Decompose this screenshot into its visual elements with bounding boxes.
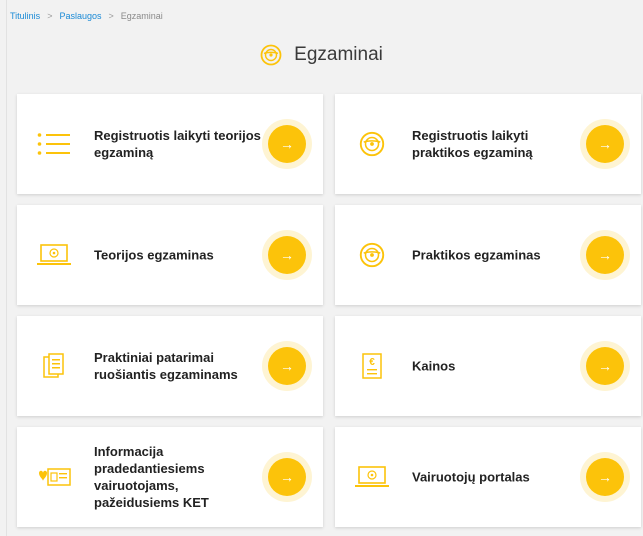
breadcrumb-separator: > [108, 11, 114, 21]
svg-text:€: € [369, 357, 375, 368]
arrow-right-icon[interactable]: → [586, 236, 624, 274]
page-title: Egzaminai [294, 44, 383, 65]
arrow-right-icon[interactable]: → [586, 347, 624, 385]
arrow-right-icon[interactable]: → [586, 458, 624, 496]
license-card-icon [36, 462, 72, 492]
card-drivers-portal[interactable]: Vairuotojų portalas → [335, 427, 641, 527]
breadcrumb-current: Egzaminai [120, 11, 163, 21]
steering-wheel-icon [260, 44, 282, 66]
steering-wheel-icon [354, 240, 390, 270]
card-beginner-drivers-info[interactable]: Informacija pradedantiesiems vairuotojam… [17, 427, 323, 527]
card-register-practical-exam[interactable]: Registruotis laikyti praktikos egzaminą … [335, 94, 641, 194]
card-label: Informacija pradedantiesiems vairuotojam… [94, 444, 209, 510]
card-practical-exam[interactable]: Praktikos egzaminas → [335, 205, 641, 305]
card-label: Registruotis laikyti praktikos egzaminą [412, 128, 533, 160]
breadcrumb-home-link[interactable]: Titulinis [10, 11, 40, 21]
card-label: Vairuotojų portalas [412, 469, 530, 485]
arrow-right-icon[interactable]: → [586, 125, 624, 163]
document-icon [36, 351, 72, 381]
card-theory-exam[interactable]: Teorijos egzaminas → [17, 205, 323, 305]
laptop-icon [354, 462, 390, 492]
card-label: Kainos [412, 358, 456, 374]
euro-document-icon: € [354, 351, 390, 381]
card-label: Registruotis laikyti teorijos egzaminą [94, 128, 261, 160]
card-prices[interactable]: € Kainos → [335, 316, 641, 416]
list-icon [36, 129, 72, 159]
card-label: Teorijos egzaminas [94, 247, 214, 263]
card-practical-tips[interactable]: Praktiniai patarimai ruošiantis egzamina… [17, 316, 323, 416]
arrow-right-icon[interactable]: → [268, 458, 306, 496]
arrow-right-icon[interactable]: → [268, 236, 306, 274]
card-label: Praktikos egzaminas [412, 247, 541, 263]
breadcrumb: Titulinis > Paslaugos > Egzaminai [10, 11, 163, 21]
laptop-icon [36, 240, 72, 270]
breadcrumb-separator: > [47, 11, 53, 21]
steering-wheel-icon [354, 129, 390, 159]
arrow-right-icon[interactable]: → [268, 125, 306, 163]
breadcrumb-services-link[interactable]: Paslaugos [59, 11, 101, 21]
arrow-right-icon[interactable]: → [268, 347, 306, 385]
card-label: Praktiniai patarimai ruošiantis egzamina… [94, 350, 238, 382]
card-register-theory-exam[interactable]: Registruotis laikyti teorijos egzaminą → [17, 94, 323, 194]
page-header: Egzaminai [0, 44, 643, 66]
